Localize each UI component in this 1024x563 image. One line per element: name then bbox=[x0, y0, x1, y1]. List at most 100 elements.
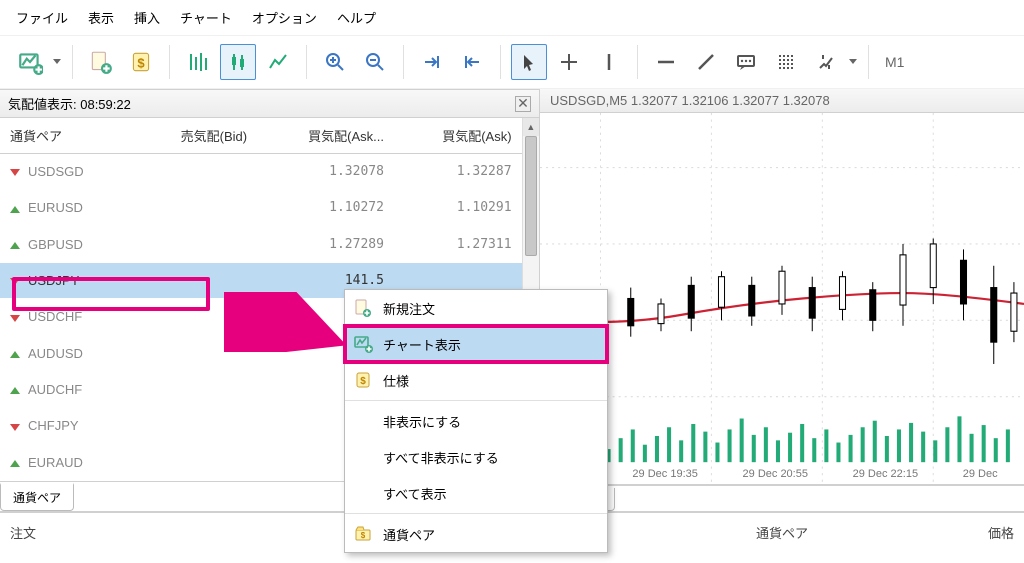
ctx-symbols[interactable]: $ 通貨ペア bbox=[345, 516, 607, 552]
zoom-in-button[interactable] bbox=[317, 44, 353, 80]
price-cell bbox=[134, 226, 257, 262]
crosshair-icon bbox=[559, 52, 579, 72]
svg-text:$: $ bbox=[360, 376, 366, 387]
ctx-specification[interactable]: $ 仕様 bbox=[345, 362, 607, 398]
dropdown-icon[interactable] bbox=[848, 55, 858, 69]
bar-chart-icon bbox=[188, 52, 208, 72]
line-chart-icon bbox=[268, 52, 288, 72]
price-cell: 1.32287 bbox=[394, 154, 522, 190]
ctx-hide[interactable]: 非表示にする bbox=[345, 403, 607, 439]
chart-time-axis: 8:15 29 Dec 19:35 29 Dec 20:55 29 Dec 22… bbox=[540, 468, 1024, 480]
horizontal-line-icon bbox=[656, 52, 676, 72]
line-chart-button[interactable] bbox=[260, 44, 296, 80]
arrow-up-icon bbox=[10, 242, 20, 249]
symbol-label: CHFJPY bbox=[28, 418, 79, 433]
bar-chart-button[interactable] bbox=[180, 44, 216, 80]
symbol-label: EURAUD bbox=[28, 455, 83, 470]
ctx-hide-all[interactable]: すべて非表示にする bbox=[345, 439, 607, 475]
price-cell bbox=[134, 335, 257, 371]
zoom-out-button[interactable] bbox=[357, 44, 393, 80]
symbol-label: USDJPY bbox=[28, 273, 79, 288]
ctx-chart-window[interactable]: チャート表示 bbox=[345, 326, 607, 362]
text-bubble-icon bbox=[736, 52, 756, 72]
crosshair-button[interactable] bbox=[551, 44, 587, 80]
price-cell: 1.27311 bbox=[394, 226, 522, 262]
cursor-button[interactable] bbox=[511, 44, 547, 80]
ctx-label: 新規注文 bbox=[383, 299, 435, 318]
timeframe-label[interactable]: M1 bbox=[885, 54, 904, 70]
menu-view[interactable]: 表示 bbox=[88, 8, 114, 27]
ctx-label: すべて非表示にする bbox=[383, 448, 499, 467]
ctx-separator bbox=[345, 400, 607, 401]
vertical-line-icon bbox=[599, 52, 619, 72]
arrow-up-icon bbox=[10, 206, 20, 213]
new-chart-button[interactable] bbox=[12, 44, 48, 80]
table-row[interactable]: GBPUSD1.272891.27311 bbox=[0, 226, 522, 262]
orders-col-order: 注文 bbox=[10, 523, 270, 542]
scroll-right-icon bbox=[422, 52, 442, 72]
new-order-button[interactable] bbox=[83, 44, 119, 80]
context-menu: 新規注文 チャート表示 $ 仕様 非表示にする すべて非表示にする すべて表示 … bbox=[344, 289, 608, 553]
col-ask2[interactable]: 買気配(Ask) bbox=[394, 118, 522, 154]
price-cell bbox=[134, 408, 257, 444]
dollar-sheet-icon: $ bbox=[128, 49, 154, 75]
ctx-separator bbox=[345, 513, 607, 514]
menu-insert[interactable]: 挿入 bbox=[134, 8, 160, 27]
price-cell: 1.27289 bbox=[257, 226, 394, 262]
chart-canvas[interactable]: 8:15 29 Dec 19:35 29 Dec 20:55 29 Dec 22… bbox=[540, 113, 1024, 485]
spec-button[interactable]: $ bbox=[123, 44, 159, 80]
arrow-down-icon bbox=[10, 169, 20, 176]
text-label-button[interactable] bbox=[728, 44, 764, 80]
arrow-up-icon bbox=[10, 460, 20, 467]
arrow-down-icon bbox=[10, 424, 20, 431]
ctx-new-order[interactable]: 新規注文 bbox=[345, 290, 607, 326]
table-row[interactable]: USDSGD1.320781.32287 bbox=[0, 154, 522, 190]
market-watch-title: 気配値表示: 08:59:22 bbox=[8, 94, 131, 113]
tab-symbols[interactable]: 通貨ペア bbox=[0, 483, 74, 511]
ctx-label: すべて表示 bbox=[383, 484, 447, 503]
candlestick-icon bbox=[228, 52, 248, 72]
symbol-label: USDCHF bbox=[28, 309, 82, 324]
ctx-label: 通貨ペア bbox=[383, 525, 435, 544]
chart-shift-button[interactable] bbox=[454, 44, 490, 80]
price-cell: 1.32078 bbox=[257, 154, 394, 190]
menu-help[interactable]: ヘルプ bbox=[337, 8, 376, 27]
ctx-show-all[interactable]: すべて表示 bbox=[345, 475, 607, 511]
ctx-label: 仕様 bbox=[383, 371, 409, 390]
ctx-label: 非表示にする bbox=[383, 412, 461, 431]
document-plus-icon bbox=[88, 49, 114, 75]
fibo-button[interactable] bbox=[808, 44, 844, 80]
symbol-label: EURUSD bbox=[28, 200, 83, 215]
col-bid[interactable]: 売気配(Bid) bbox=[134, 118, 257, 154]
arrow-down-icon bbox=[10, 278, 20, 285]
col-ask1[interactable]: 買気配(Ask... bbox=[257, 118, 394, 154]
price-cell bbox=[134, 262, 257, 298]
symbol-label: AUDUSD bbox=[28, 346, 83, 361]
vline-button[interactable] bbox=[591, 44, 627, 80]
arrow-down-icon bbox=[10, 315, 20, 322]
auto-scroll-button[interactable] bbox=[414, 44, 450, 80]
zoom-out-icon bbox=[365, 52, 385, 72]
blank-icon bbox=[353, 411, 373, 431]
menu-options[interactable]: オプション bbox=[252, 8, 317, 27]
candlestick-button[interactable] bbox=[220, 44, 256, 80]
scroll-thumb[interactable] bbox=[525, 136, 537, 256]
scroll-up-icon[interactable]: ▲ bbox=[523, 118, 539, 136]
equidistant-button[interactable] bbox=[768, 44, 804, 80]
svg-text:$: $ bbox=[137, 55, 145, 70]
menu-chart[interactable]: チャート bbox=[180, 8, 232, 27]
price-cell bbox=[134, 154, 257, 190]
menu-file[interactable]: ファイル bbox=[16, 8, 68, 27]
folder-dollar-icon: $ bbox=[353, 524, 373, 544]
close-icon[interactable]: ✕ bbox=[515, 96, 531, 112]
trade-col-sym: 通貨ペア bbox=[705, 523, 860, 542]
toolbar: $ M1 bbox=[0, 36, 1024, 89]
table-row[interactable]: EURUSD1.102721.10291 bbox=[0, 190, 522, 226]
price-cell bbox=[134, 444, 257, 480]
hline-button[interactable] bbox=[648, 44, 684, 80]
trendline-button[interactable] bbox=[688, 44, 724, 80]
col-symbol[interactable]: 通貨ペア bbox=[0, 118, 134, 154]
blank-icon bbox=[353, 483, 373, 503]
symbol-label: AUDCHF bbox=[28, 382, 82, 397]
dropdown-icon[interactable] bbox=[52, 55, 62, 69]
